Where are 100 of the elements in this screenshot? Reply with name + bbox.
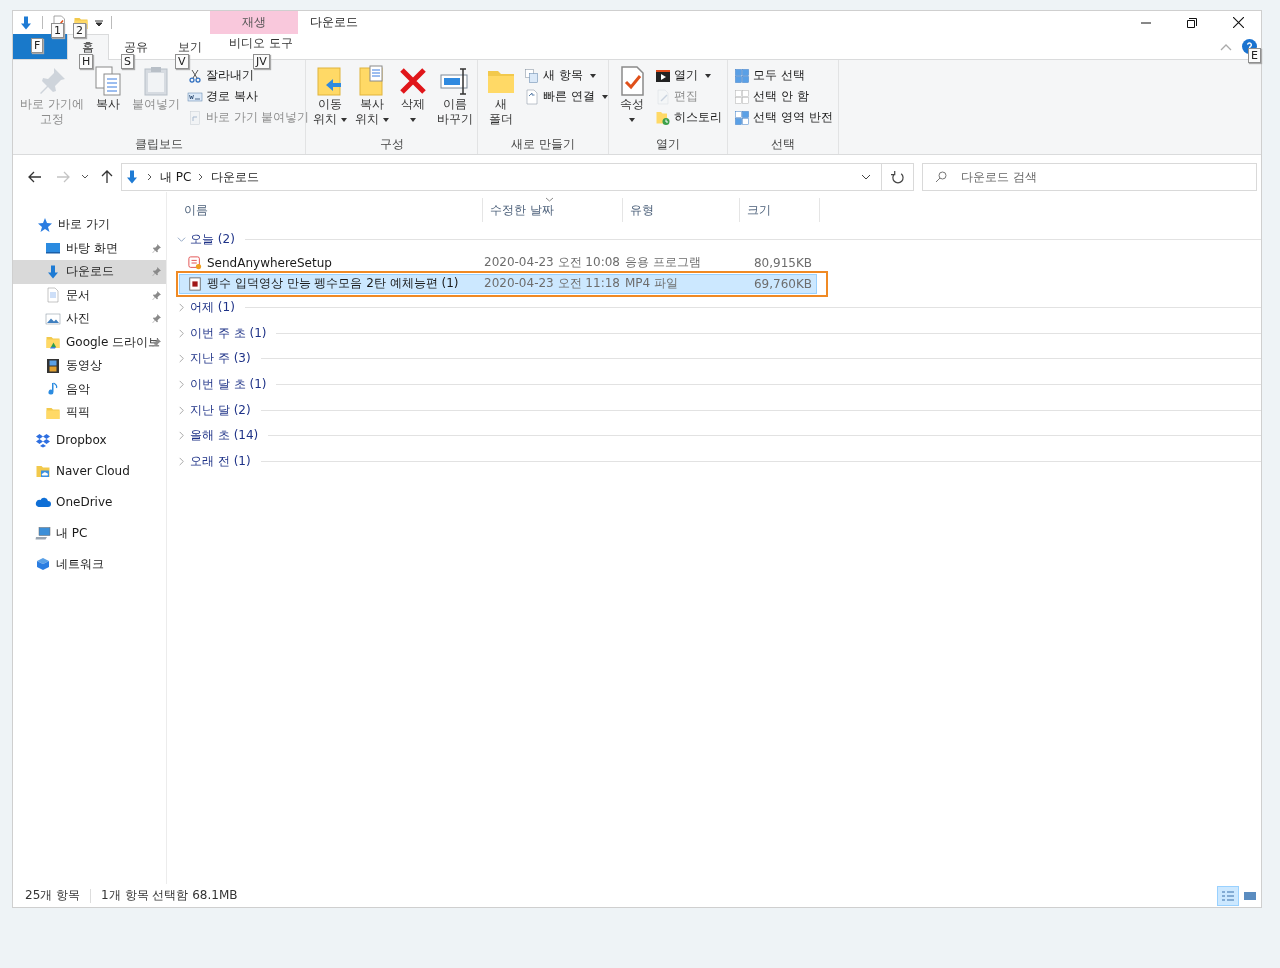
ribbon-button[interactable]: 열기 [653,66,724,85]
desktop-icon [45,240,61,257]
ribbon-button[interactable]: 이동 위치 [310,64,350,136]
search-field[interactable]: 다운로드 검색 [961,164,1256,190]
nav-item[interactable]: 픽픽 [13,401,166,425]
chevron-right-icon[interactable] [177,354,186,364]
search-box[interactable]: 다운로드 검색 [922,163,1257,191]
play-icon [655,67,671,84]
ribbon-button[interactable]: 삭제 [394,64,432,136]
history-icon [655,109,671,126]
breadcrumb[interactable]: 내 PC [160,168,192,186]
ribbon-button[interactable]: 모두 선택 [732,66,835,85]
collapse-ribbon-icon[interactable] [1220,42,1232,51]
refresh-button[interactable] [882,163,914,191]
group-header[interactable]: 지난 주 (3) [190,350,251,368]
chevron-icon [198,173,205,181]
breadcrumb[interactable]: 다운로드 [211,168,260,186]
ribbon-button[interactable]: 새 항목 [522,66,610,85]
group-header[interactable]: 이번 달 초 (1) [190,376,267,394]
caret-icon [410,118,416,122]
contextual-tab-header: 재생 [210,11,298,34]
address-bar[interactable]: 내 PC 다운로드 [121,163,882,191]
ribbon-button[interactable]: 히스토리 [653,108,724,127]
ribbon-button[interactable]: 선택 영역 반전 [732,108,835,127]
restore-icon [1187,17,1197,28]
group-label: 구성 [378,136,405,153]
chevron-right-icon[interactable] [177,303,186,313]
ribbon-button[interactable]: 경로 복사 [184,87,312,106]
caret-icon [601,94,608,99]
group-header[interactable]: 오래 전 (1) [190,453,251,471]
file-type: 응용 프로그램 [625,254,702,272]
group-header[interactable]: 이번 주 초 (1) [190,324,267,342]
chevron-down-icon [81,174,89,180]
group-label: 열기 [655,136,681,153]
chevron-right-icon[interactable] [177,328,186,338]
refresh-icon [891,170,904,184]
keytip-tooltip: E [1248,48,1261,63]
search-icon [935,171,947,183]
details-view-button[interactable] [1217,885,1239,906]
nav-item[interactable]: 동영상 [13,354,166,378]
group-header[interactable]: 어제 (1) [190,299,235,317]
select-none-icon [734,88,750,105]
caret-icon [341,117,347,122]
ribbon-button[interactable]: 이름 바꾸기 [434,64,476,136]
keytip-tooltip: H [79,54,94,69]
nav-item[interactable]: 다운로드 [13,260,166,284]
modified-date: 2020-04-23 오전 11:18 [484,275,621,293]
chevron-right-icon[interactable] [177,431,186,441]
nav-item[interactable]: 문서 [13,283,166,307]
ribbon-button[interactable]: 복사 위치 [352,64,392,136]
selection-info: 1개 항목 선택함 68.1MB [101,887,238,904]
picture-icon [45,310,61,327]
cloud-folder-icon [35,463,51,479]
ribbon-button[interactable]: 새 폴더 [482,64,520,136]
column-header[interactable]: 크기 [740,198,820,222]
scissors-icon [186,67,203,84]
nav-item[interactable]: Naver Cloud [13,455,166,487]
column-header[interactable]: 유형 [623,198,740,222]
chevron-down-icon[interactable] [861,174,871,180]
dropbox-icon [35,432,51,448]
chevron-icon [147,173,153,181]
ribbon-button[interactable]: 잘라내기 [184,66,312,85]
nav-item[interactable]: Dropbox [13,424,166,456]
caret-icon [629,118,635,122]
column-header[interactable]: 수정한 날짜 [483,198,623,222]
ribbon-button[interactable]: 속성 [613,64,651,136]
nav-item[interactable]: 내 PC [13,517,166,549]
nav-item[interactable]: 바탕 화면 [13,236,166,260]
installer-icon [188,255,202,270]
nav-item[interactable]: 음악 [13,377,166,401]
ribbon-button[interactable]: 선택 안 함 [732,87,835,106]
group-header[interactable]: 올해 초 (14) [190,427,259,445]
file-row[interactable]: 펭수 입덕영상 만능 펭수모음 2탄 예체능편 (1) 2020-04-23 오전 11:18 MP4 파일 69,760KB [179,273,817,294]
nav-item[interactable]: OneDrive [13,486,166,518]
group-header[interactable]: 오늘 (2) [190,231,235,249]
select-all-icon [734,67,750,84]
caret-icon [383,117,389,122]
keytip-tooltip: JV [253,54,270,69]
nav-item[interactable]: 바로 가기 [13,213,166,237]
chevron-right-icon[interactable] [177,457,186,467]
invert-icon [734,109,750,126]
close-icon [1232,17,1244,28]
nav-item[interactable]: 네트워크 [13,548,166,580]
column-header[interactable]: 이름 [177,198,483,222]
item-count: 25개 항목 [25,887,81,904]
chevron-right-icon[interactable] [177,405,186,415]
network-icon [35,556,51,572]
nav-item[interactable]: 사진 [13,307,166,331]
window-title: 다운로드 [310,14,358,31]
chevron-right-icon[interactable] [177,380,186,390]
group-header[interactable]: 지난 달 (2) [190,401,251,419]
nav-item[interactable]: Google 드라이브 [13,330,166,354]
large-icons-view-icon [1243,889,1257,902]
file-row[interactable]: SendAnywhereSetup 2020-04-23 오전 10:08 응용 프로그램 80,915KB [179,252,817,273]
film-icon [45,357,61,374]
group-label: 선택 [770,136,796,153]
caret-icon [589,73,596,78]
ribbon-button[interactable]: 빠른 연결 [522,87,610,106]
back-arrow-icon [28,171,42,183]
keytip-tooltip: S [121,54,134,69]
